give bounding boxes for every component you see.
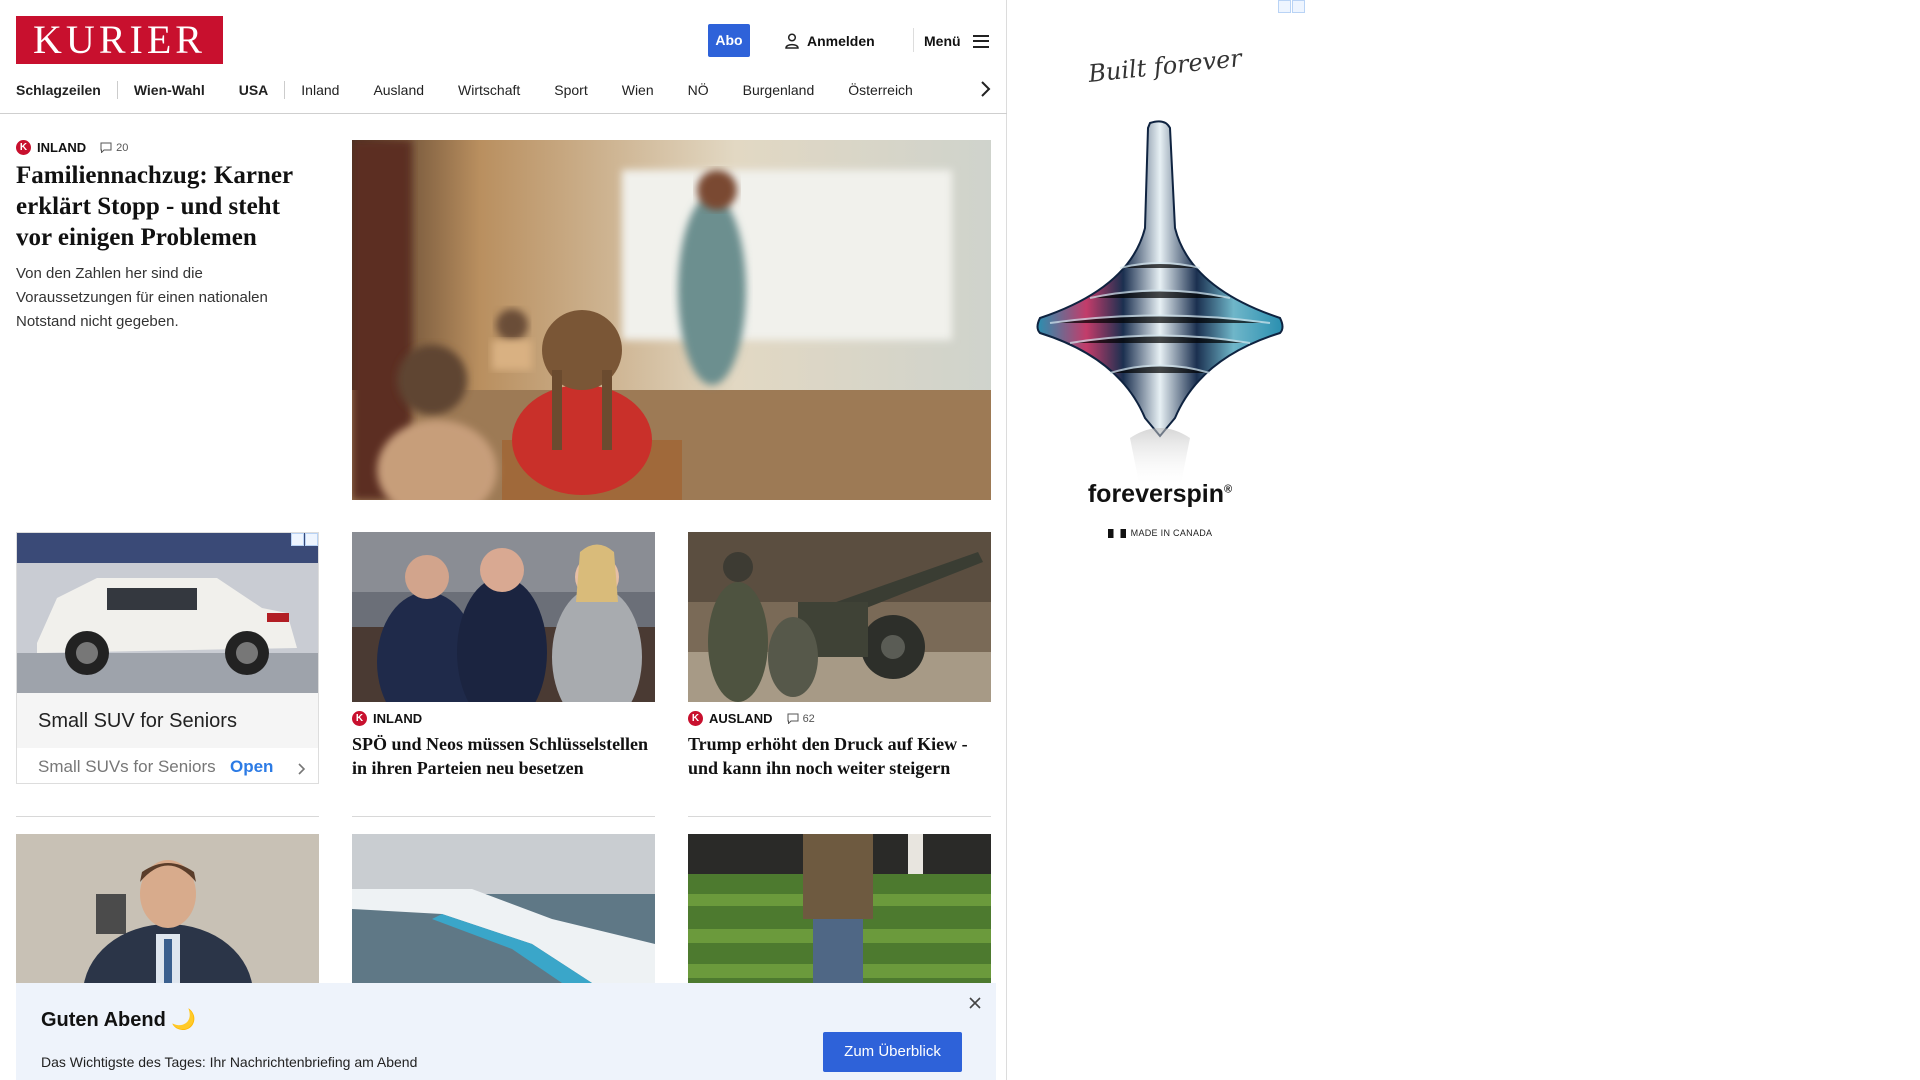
ad-suv-image[interactable]: [17, 533, 318, 693]
close-icon[interactable]: [967, 995, 983, 1011]
politicians-photo: [352, 532, 655, 702]
chevron-right-icon[interactable]: [978, 79, 992, 99]
nav-item-inland[interactable]: Inland: [301, 82, 339, 98]
card-divider: [352, 816, 655, 817]
card-image-fashion[interactable]: [688, 834, 991, 983]
briefing-title: Guten Abend 🌙: [41, 1009, 197, 1031]
header-bottom-border: [0, 113, 1007, 114]
man-portrait-photo: [16, 834, 319, 983]
nav-item-noe[interactable]: NÖ: [688, 82, 709, 98]
menu-label: Menü: [924, 33, 961, 49]
ad-close-icon[interactable]: [1292, 0, 1305, 13]
lead-headline[interactable]: Familiennachzug: Karner erklärt Stopp - …: [16, 160, 316, 253]
nav-item-ausland[interactable]: Ausland: [373, 82, 424, 98]
iceberg-photo: [352, 834, 655, 983]
header-divider: [913, 28, 914, 52]
comment-icon: [100, 142, 112, 153]
nav-item-wirtschaft[interactable]: Wirtschaft: [458, 82, 520, 98]
ad-made-in-label: MADE IN CANADA: [1130, 528, 1213, 538]
card-category-label: AUSLAND: [709, 711, 773, 726]
adchoices-icon[interactable]: [291, 533, 304, 546]
card-divider: [16, 816, 319, 817]
nav-item-burgenland[interactable]: Burgenland: [743, 82, 815, 98]
login-label: Anmelden: [807, 33, 875, 49]
news-site: KURIER Abo Anmelden Menü Schlagzeilen Wi…: [0, 0, 1007, 1080]
briefing-text: Das Wichtigste des Tages: Ihr Nachrichte…: [41, 1054, 418, 1070]
nav-item-wien[interactable]: Wien: [622, 82, 654, 98]
card-headline[interactable]: Trump erhöht den Druck auf Kiew - und ka…: [688, 732, 991, 780]
lead-comments[interactable]: 20: [100, 142, 128, 154]
lead-category-label: INLAND: [37, 140, 87, 155]
card-category-label: INLAND: [373, 711, 423, 726]
classroom-photo: [352, 140, 991, 500]
nav-separator: [116, 81, 118, 99]
kurier-logo[interactable]: KURIER: [16, 16, 223, 64]
card-divider: [688, 816, 991, 817]
menu-button[interactable]: Menü: [924, 30, 989, 52]
adchoices-icon[interactable]: [1278, 0, 1291, 13]
user-icon: [785, 33, 799, 49]
evening-briefing-banner: Guten Abend 🌙 Das Wichtigste des Tages: …: [16, 983, 996, 1080]
lead-category[interactable]: K INLAND 20: [16, 140, 128, 155]
ad-subtitle: Small SUVs for Seniors: [38, 757, 216, 776]
card-category[interactable]: K AUSLAND 62: [688, 711, 815, 726]
ad-signature: Built forever: [1086, 44, 1244, 88]
comment-icon: [787, 713, 799, 724]
banner-ad-foreverspin[interactable]: Built forever foreverspin® MADE IN CANAD…: [1008, 0, 1312, 608]
ad-brand-label: foreverspin: [1087, 480, 1225, 508]
artillery-photo: [688, 532, 991, 702]
card-image-iceberg[interactable]: [352, 834, 655, 983]
login-button[interactable]: Anmelden: [785, 30, 875, 52]
hamburger-icon: [972, 34, 989, 48]
nav-item-wien-wahl[interactable]: Wien-Wahl: [134, 82, 205, 98]
fashion-runway-photo: [688, 834, 991, 983]
card-category[interactable]: K INLAND: [352, 711, 422, 726]
suv-photo: [17, 533, 318, 693]
kurier-k-icon: K: [688, 711, 703, 726]
kurier-k-icon: K: [16, 140, 31, 155]
card-image-man-portrait[interactable]: [16, 834, 319, 983]
lead-image-classroom[interactable]: [352, 140, 991, 500]
abo-button[interactable]: Abo: [708, 24, 750, 57]
card-image-artillery[interactable]: [688, 532, 991, 702]
native-ad-card[interactable]: Small SUV for Seniors Small SUVs for Sen…: [16, 532, 319, 784]
ad-brand-name: foreverspin®: [1008, 480, 1312, 509]
chevron-right-icon: [298, 763, 306, 775]
ad-title[interactable]: Small SUV for Seniors: [38, 710, 237, 733]
lead-teaser: Von den Zahlen her sind die Voraussetzun…: [16, 265, 268, 330]
zum-ueberblick-button[interactable]: Zum Überblick: [823, 1032, 962, 1072]
nav-item-oesterreich[interactable]: Österreich: [848, 82, 913, 98]
kurier-k-icon: K: [352, 711, 367, 726]
lead-comment-count: 20: [116, 141, 129, 154]
canada-flag-icon: [1107, 529, 1126, 539]
nav-separator: [284, 81, 286, 99]
section-nav: Schlagzeilen Wien-Wahl USA Inland Auslan…: [16, 78, 1001, 102]
ad-made-in: MADE IN CANADA: [1008, 528, 1312, 539]
nav-item-schlagzeilen[interactable]: Schlagzeilen: [16, 82, 101, 98]
card-headline[interactable]: SPÖ und Neos müssen Schlüsselstellen in …: [352, 732, 655, 780]
nav-item-usa[interactable]: USA: [239, 82, 269, 98]
nav-item-sport[interactable]: Sport: [554, 82, 587, 98]
registered-mark-icon: ®: [1224, 483, 1233, 496]
ad-open-button[interactable]: Open: [230, 757, 273, 777]
card-comments[interactable]: 62: [787, 713, 815, 725]
card-comment-count: 62: [802, 712, 815, 725]
spinning-top-image: [1036, 120, 1284, 488]
ad-close-icon[interactable]: [305, 533, 318, 546]
card-image-politicians[interactable]: [352, 532, 655, 702]
